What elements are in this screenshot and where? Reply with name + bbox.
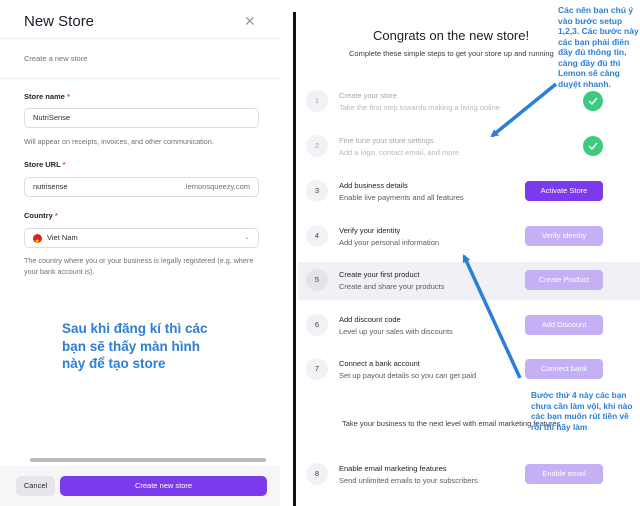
onboarding-subtitle: Complete these simple steps to get your …: [349, 49, 554, 58]
country-select[interactable]: Viet Nam ⌄: [24, 228, 259, 251]
store-url-value: nutrisense: [33, 182, 68, 191]
check-icon: [583, 136, 603, 156]
modal-title: New Store: [24, 13, 95, 30]
screenshot-root: New Store ✕ Create a new store Store nam…: [0, 0, 640, 506]
country-label: Country *: [24, 211, 58, 220]
step-desc: Take the first step towards making a liv…: [339, 103, 500, 112]
country-value: Viet Nam: [47, 233, 78, 242]
create-product-button[interactable]: Create Product: [525, 270, 603, 290]
step-title: Add business details: [339, 181, 408, 190]
annotation-bottom-right: Bước thứ 4 này các bạn chưa cần làm vội,…: [531, 390, 633, 432]
step-2: 2 Fine tune your store settings Add a lo…: [298, 128, 640, 166]
step-desc: Create and share your products: [339, 282, 445, 291]
subtitle-divider: [0, 78, 280, 79]
step-title: Add discount code: [339, 315, 401, 324]
verify-identity-button[interactable]: Verify identity: [525, 226, 603, 246]
step-number: 7: [306, 358, 328, 380]
store-url-label: Store URL *: [24, 160, 66, 169]
connect-bank-button[interactable]: Connect bank: [525, 359, 603, 379]
step-number: 1: [306, 90, 328, 112]
check-icon: [583, 91, 603, 111]
store-url-input[interactable]: nutrisense .lemonsqueezy.com: [24, 177, 259, 197]
onboarding-title: Congrats on the new store!: [373, 28, 530, 43]
create-store-button[interactable]: Create new store: [60, 476, 267, 496]
chevron-down-icon: ⌄: [244, 234, 250, 241]
step-title: Create your first product: [339, 270, 420, 279]
add-discount-button[interactable]: Add Discount: [525, 315, 603, 335]
store-name-value: NutriSense: [33, 113, 71, 122]
close-icon[interactable]: ✕: [244, 13, 256, 30]
activate-store-button[interactable]: Activate Store: [525, 181, 603, 201]
step-title: Create your store: [339, 91, 397, 100]
step-8: 8 Enable email marketing features Send u…: [298, 456, 640, 494]
step-desc: Add a logo, contact email, and more: [339, 148, 460, 157]
required-marker: *: [62, 160, 66, 169]
annotation-top-right: Các nên bạn chú ý vào bước setup 1,2,3. …: [558, 5, 639, 89]
cancel-button[interactable]: Cancel: [16, 476, 55, 496]
panel-separator: [293, 12, 296, 506]
country-help: The country where you or your business i…: [24, 256, 254, 276]
store-name-help: Will appear on receipts, invoices, and o…: [24, 137, 214, 146]
store-name-input[interactable]: NutriSense: [24, 108, 259, 128]
required-marker: *: [54, 211, 58, 220]
step-number: 2: [306, 135, 328, 157]
step-number: 5: [306, 269, 328, 291]
step-number: 8: [306, 463, 328, 485]
store-url-label-text: Store URL: [24, 160, 61, 169]
step-title: Fine tune your store settings: [339, 136, 434, 145]
horizontal-scrollbar[interactable]: [30, 458, 266, 462]
step-desc: Add your personal information: [339, 238, 440, 247]
step-desc: Send unlimited emails to your subscriber…: [339, 476, 478, 485]
step-title: Verify your identity: [339, 226, 401, 235]
required-marker: *: [66, 92, 70, 101]
step-number: 4: [306, 225, 328, 247]
step-7: 7 Connect a bank account Set up payout d…: [298, 351, 640, 389]
step-title: Connect a bank account: [339, 359, 420, 368]
header-divider: [0, 38, 280, 39]
step-desc: Set up payout details so you can get pai…: [339, 371, 477, 380]
step-number: 6: [306, 314, 328, 336]
step-number: 3: [306, 180, 328, 202]
new-store-modal: New Store ✕ Create a new store Store nam…: [0, 0, 280, 506]
step-3: 3 Add business details Enable live payme…: [298, 173, 640, 211]
step-desc: Level up your sales with discounts: [339, 327, 453, 336]
marketing-upsell-text: Take your business to the next level wit…: [342, 419, 561, 428]
store-name-label-text: Store name: [24, 92, 65, 101]
enable-email-button[interactable]: Enable email: [525, 464, 603, 484]
step-4: 4 Verify your identity Add your personal…: [298, 218, 640, 256]
step-6: 6 Add discount code Level up your sales …: [298, 307, 640, 345]
modal-subtitle: Create a new store: [24, 54, 88, 63]
step-5: 5 Create your first product Create and s…: [298, 262, 640, 300]
store-name-label: Store name *: [24, 92, 70, 101]
annotation-left: Sau khi đăng kí thì các bạn sẽ thấy màn …: [62, 321, 208, 371]
country-label-text: Country: [24, 211, 53, 220]
step-desc: Enable live payments and all features: [339, 193, 464, 202]
step-title: Enable email marketing features: [339, 464, 447, 473]
vietnam-flag-icon: [33, 233, 42, 251]
store-url-suffix: .lemonsqueezy.com: [183, 182, 250, 191]
